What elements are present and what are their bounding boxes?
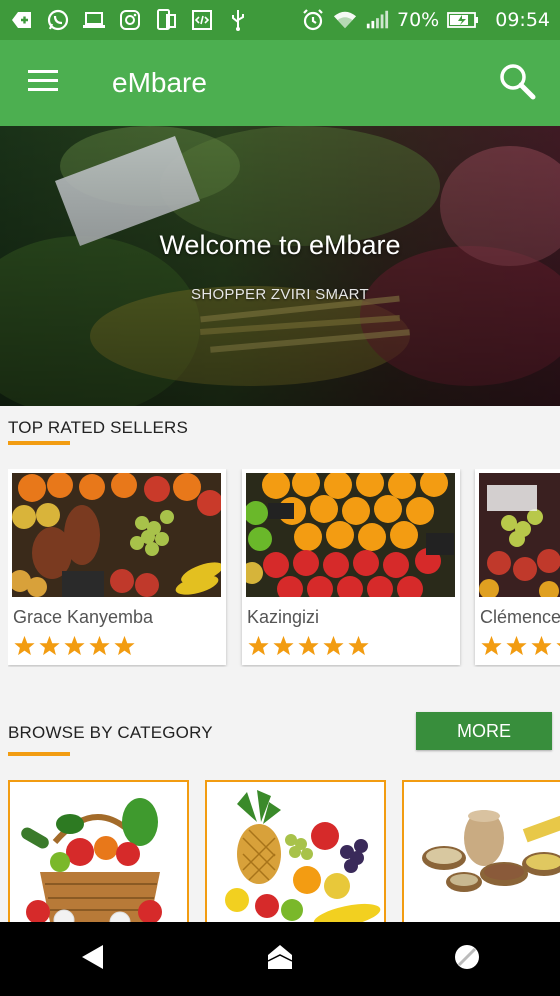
hero-title: Welcome to eMbare (159, 230, 401, 260)
search-button[interactable] (474, 40, 560, 126)
welcome-banner: Welcome to eMbare SHOPPER ZVIRI SMART (0, 126, 560, 406)
category-card[interactable] (8, 780, 189, 922)
signal-icon (365, 8, 389, 32)
seller-card[interactable]: Kazingizi (242, 469, 460, 665)
star-icon (248, 635, 269, 656)
produce-background-image (0, 126, 560, 406)
app-screen: 70% 09:54 eMbare Welcome to eMbare SHOPP… (0, 0, 560, 996)
menu-button[interactable] (0, 40, 86, 126)
star-icon (39, 635, 60, 656)
recents-button[interactable] (427, 922, 507, 996)
grains-sacks-image (404, 782, 560, 922)
phone-screen-icon (154, 8, 178, 32)
clock-time: 09:54 (495, 9, 550, 31)
section-underline (8, 441, 70, 445)
battery-charging-icon (447, 8, 479, 32)
star-icon (64, 635, 85, 656)
seller-name: Grace Kanyemba (13, 607, 154, 627)
star-icon (298, 635, 319, 656)
seller-name: Clémence (480, 607, 560, 627)
seller-photo (12, 473, 221, 597)
home-icon (266, 943, 294, 976)
seller-name: Kazingizi (247, 607, 320, 627)
app-bar: eMbare (0, 40, 560, 126)
code-icon (190, 8, 214, 32)
star-icon (506, 635, 527, 656)
battery-percent: 70% (397, 9, 440, 31)
instagram-icon (118, 8, 142, 32)
star-icon (89, 635, 110, 656)
star-icon (14, 635, 35, 656)
status-bar: 70% 09:54 (0, 0, 560, 40)
back-button[interactable] (53, 922, 133, 996)
circle-icon (453, 943, 481, 976)
seller-photo (479, 473, 560, 597)
home-button[interactable] (240, 922, 320, 996)
vegetable-basket-image (10, 782, 187, 922)
star-icon (114, 635, 135, 656)
star-icon (348, 635, 369, 656)
top-rated-sellers-heading: TOP RATED SELLERS (8, 418, 189, 437)
seller-card[interactable]: Grace Kanyemba (8, 469, 226, 665)
system-navigation-bar (0, 922, 560, 996)
seller-photo (246, 473, 455, 597)
top-rated-sellers-list: Grace Kanyemba Kazingizi Clémence (8, 469, 560, 667)
seller-rating (247, 635, 370, 657)
category-list (8, 780, 560, 922)
hamburger-menu-icon (28, 69, 58, 97)
app-title: eMbare (112, 67, 207, 98)
seller-rating (13, 635, 136, 657)
laptop-icon (82, 8, 106, 32)
section-underline (8, 752, 70, 756)
star-icon (273, 635, 294, 656)
seller-card[interactable]: Clémence (475, 469, 560, 665)
browse-by-category-heading: BROWSE BY CATEGORY (8, 723, 213, 742)
star-icon (531, 635, 552, 656)
whatsapp-icon (46, 8, 70, 32)
category-card[interactable] (402, 780, 560, 922)
seller-rating (480, 635, 560, 657)
alarm-icon (301, 8, 325, 32)
star-icon (481, 635, 502, 656)
star-icon (556, 643, 560, 647)
search-icon (498, 62, 536, 105)
star-icon (323, 635, 344, 656)
add-box-icon (10, 8, 34, 32)
more-button[interactable]: MORE (416, 712, 552, 750)
hero-subtitle: SHOPPER ZVIRI SMART (191, 286, 369, 303)
wifi-icon (333, 8, 357, 32)
fruit-assortment-image (207, 782, 384, 922)
category-card[interactable] (205, 780, 386, 922)
back-triangle-icon (81, 944, 105, 975)
usb-icon (226, 8, 250, 32)
